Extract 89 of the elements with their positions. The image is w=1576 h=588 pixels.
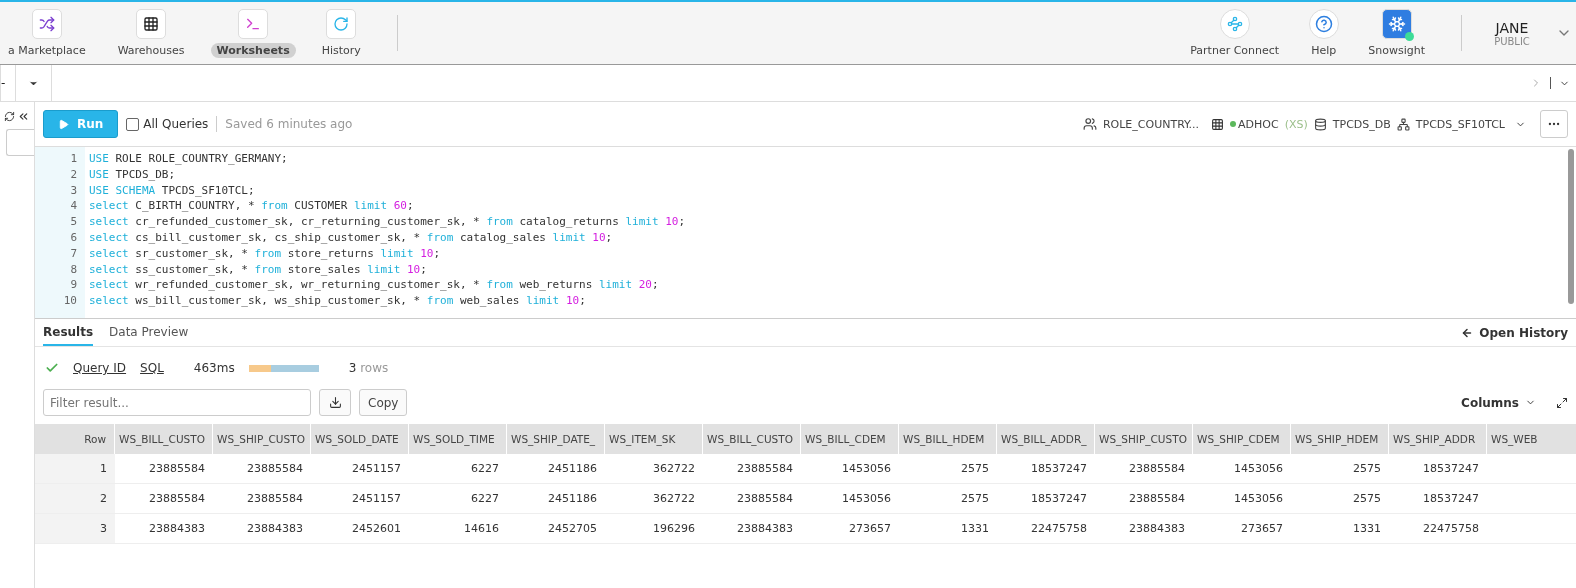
all-queries-checkbox[interactable] xyxy=(126,117,140,131)
line-number: 8 xyxy=(69,261,78,278)
duration: 463ms xyxy=(193,361,235,375)
download-icon xyxy=(328,396,342,409)
all-queries-label: All Queries xyxy=(143,117,209,131)
schema-selector[interactable]: TPCDS_SF10TCL xyxy=(1415,117,1505,131)
code-line: USE ROLE ROLE_COUNTRY_GERMANY; xyxy=(89,151,289,167)
user-role: PUBLIC xyxy=(1494,35,1530,47)
code-line: select sr_customer_sk, * from store_returns limit 10; xyxy=(89,245,442,262)
refresh-icon[interactable] xyxy=(4,111,15,122)
nav-item[interactable]: a Marketplace xyxy=(2,8,92,58)
connect-icon xyxy=(1226,15,1243,32)
code-line: select ss_customer_sk, * from store_sales limit 10; xyxy=(89,261,428,278)
query-id-link[interactable]: Query ID xyxy=(73,361,127,375)
code-line: select ws_bill_customer_sk, ws_ship_customer_sk, * from web_sales limit 10; xyxy=(89,293,587,309)
warehouse-size: (XS) xyxy=(1284,117,1308,131)
scrollbar[interactable] xyxy=(1568,149,1574,304)
nav-item[interactable]: Warehouses xyxy=(111,8,191,58)
status-dot xyxy=(1404,31,1414,41)
schema-icon xyxy=(1396,117,1410,131)
row-number: 3 xyxy=(35,514,115,544)
column-header[interactable]: WS_WEB xyxy=(1487,424,1576,454)
results-tab[interactable]: Results xyxy=(43,319,94,346)
sql-link[interactable]: SQL xyxy=(140,361,164,375)
column-header[interactable]: WS_SHIP_HDEM xyxy=(1291,424,1389,454)
row-count: 3 rows xyxy=(348,361,389,375)
column-header[interactable]: WS_SOLD_TIME xyxy=(409,424,507,454)
column-header[interactable]: WS_SHIP_CUSTO xyxy=(1095,424,1193,454)
help-icon xyxy=(1314,14,1333,33)
code-line: USE TPCDS_DB; xyxy=(89,166,177,183)
copy-button[interactable]: Copy xyxy=(359,389,408,416)
snowflake-icon xyxy=(1387,14,1406,33)
nav-item[interactable]: Partner Connect xyxy=(1184,8,1286,58)
column-header[interactable]: WS_BILL_CUSTO xyxy=(703,424,801,454)
column-header[interactable]: WS_SHIP_DATE_ xyxy=(507,424,605,454)
column-header[interactable]: Row xyxy=(35,424,115,454)
grid-icon xyxy=(1211,117,1225,131)
code-line: select wr_refunded_customer_sk, wr_returning_customer_sk, * from web_returns limit 20; xyxy=(89,277,660,294)
column-header[interactable]: WS_SOLD_DATE xyxy=(311,424,409,454)
code-line: select C_BIRTH_COUNTRY, * from CUSTOMER limit 60; xyxy=(89,198,415,215)
saved-status: Saved 6 minutes ago xyxy=(225,117,353,131)
column-header[interactable]: WS_BILL_CDEM xyxy=(801,424,899,454)
collapse-icon[interactable] xyxy=(17,110,30,123)
results-tab[interactable]: Data Preview xyxy=(109,319,189,346)
column-header[interactable]: WS_SHIP_CDEM xyxy=(1193,424,1291,454)
row-number: 1 xyxy=(35,454,115,484)
expand-icon[interactable] xyxy=(1556,396,1568,409)
user-name: JANE xyxy=(1495,19,1529,36)
column-header[interactable]: WS_BILL_ADDR_ xyxy=(997,424,1095,454)
role-selector[interactable]: ROLE_COUNTRY... xyxy=(1102,117,1200,131)
nav-item[interactable]: Snowsight xyxy=(1362,8,1431,58)
search-field[interactable] xyxy=(6,129,34,156)
column-header[interactable]: WS_BILL_HDEM xyxy=(899,424,997,454)
users-icon xyxy=(1082,117,1097,131)
line-number: 5 xyxy=(69,214,78,230)
check-icon xyxy=(45,361,59,375)
code-line: USE SCHEMA TPCDS_SF10TCL; xyxy=(89,182,256,199)
nav-item[interactable]: Worksheets xyxy=(210,8,296,58)
arrow-left-icon xyxy=(1461,326,1474,339)
line-number: 10 xyxy=(62,293,78,309)
line-number: 7 xyxy=(69,245,78,262)
line-number: 1 xyxy=(69,151,78,167)
line-number: 4 xyxy=(69,198,78,215)
database-selector[interactable]: TPCDS_DB xyxy=(1332,117,1391,131)
status-dot xyxy=(1230,121,1237,127)
column-header[interactable]: WS_SHIP_ADDR xyxy=(1389,424,1487,454)
line-number: 3 xyxy=(69,182,78,199)
history-icon xyxy=(333,15,350,32)
timing-bar xyxy=(248,364,319,372)
play-icon xyxy=(58,118,69,130)
row-number: 2 xyxy=(35,484,115,514)
database-icon xyxy=(1313,117,1327,131)
columns-menu[interactable]: Columns xyxy=(1461,395,1519,410)
nav-item[interactable]: History xyxy=(315,8,367,58)
column-header[interactable]: WS_BILL_CUSTO xyxy=(115,424,213,454)
code-line: select cs_bill_customer_sk, cs_ship_customer_sk, * from catalog_sales limit 10; xyxy=(89,230,614,246)
grid-icon xyxy=(143,15,160,32)
line-number: 6 xyxy=(69,230,78,246)
column-header[interactable]: WS_ITEM_SK xyxy=(605,424,703,454)
worksheet-tab[interactable]: - xyxy=(1,76,12,90)
line-number: 9 xyxy=(69,277,78,294)
download-button[interactable] xyxy=(319,389,351,416)
warehouse-selector[interactable]: ADHOC xyxy=(1238,117,1279,131)
filter-field[interactable]: Filter result... xyxy=(43,389,311,416)
column-header[interactable]: WS_SHIP_CUSTO xyxy=(213,424,311,454)
open-history-link[interactable]: Open History xyxy=(1479,325,1568,340)
code-line: select cr_refunded_customer_sk, cr_returning_customer_sk, * from catalog_returns limit 10; xyxy=(89,214,687,230)
line-number: 2 xyxy=(69,166,78,183)
shuffle-icon xyxy=(38,15,55,32)
